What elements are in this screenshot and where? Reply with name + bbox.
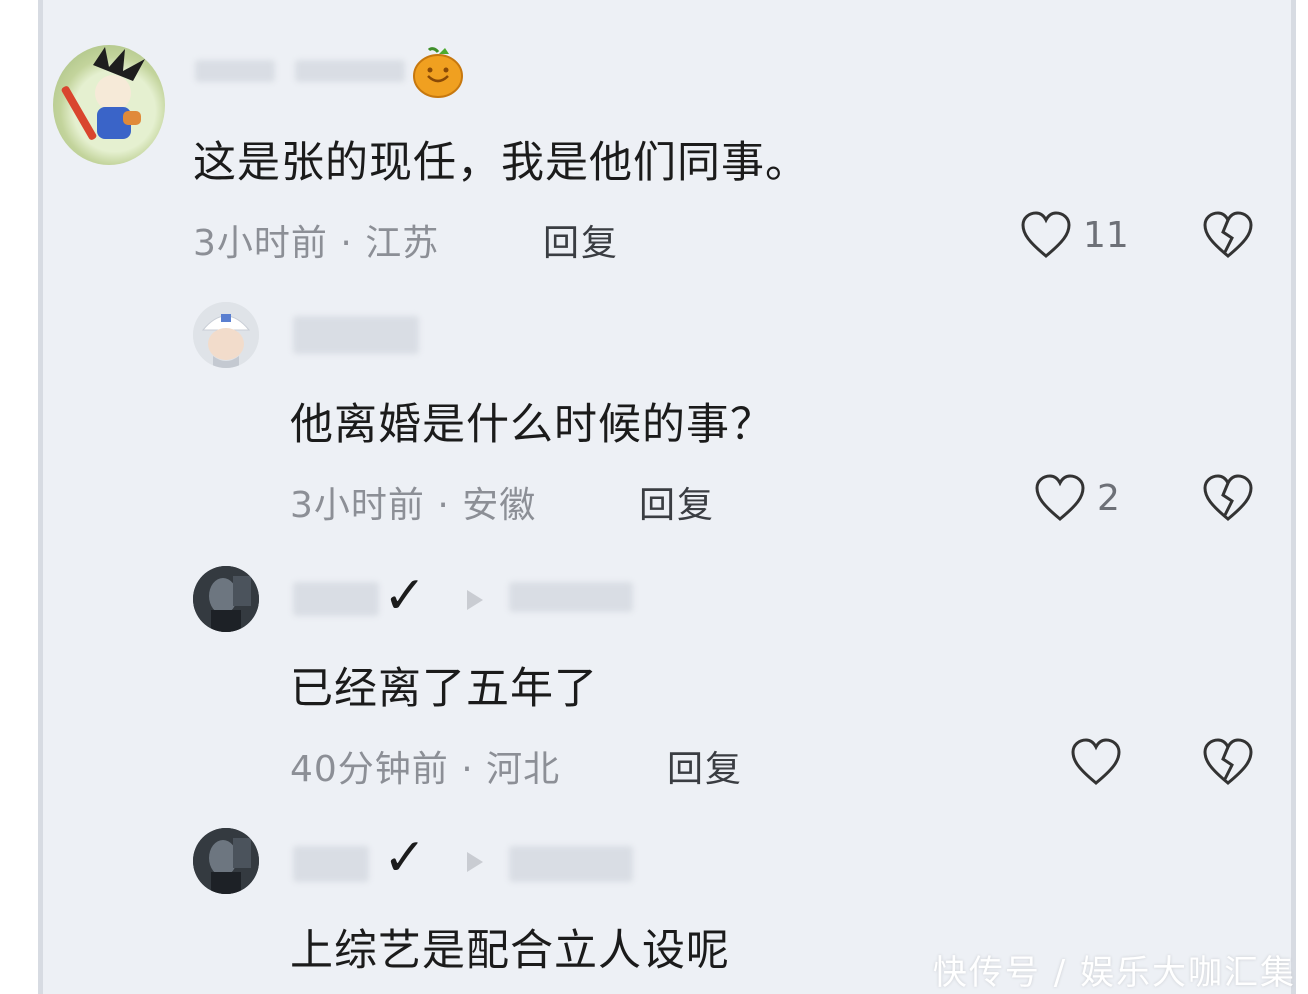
avatar[interactable] [193, 828, 259, 894]
reply-item: ✓ 上综艺是配合立人设呢 [43, 0, 1291, 994]
avatar-photo [193, 828, 259, 894]
reply-target-blurred[interactable] [509, 846, 633, 882]
comment-text: 上综艺是配合立人设呢 [290, 926, 730, 976]
verified-checkmark-icon: ✓ [383, 828, 427, 888]
watermark: 快传号 / 娱乐大咖汇集 [932, 953, 1296, 993]
username-blurred[interactable] [293, 846, 369, 882]
triangle-right-icon [467, 852, 483, 872]
comment-thread: 这是张的现任，我是他们同事。 3小时前 · 江苏 回复 11 他离婚是什么时候的… [38, 0, 1296, 994]
